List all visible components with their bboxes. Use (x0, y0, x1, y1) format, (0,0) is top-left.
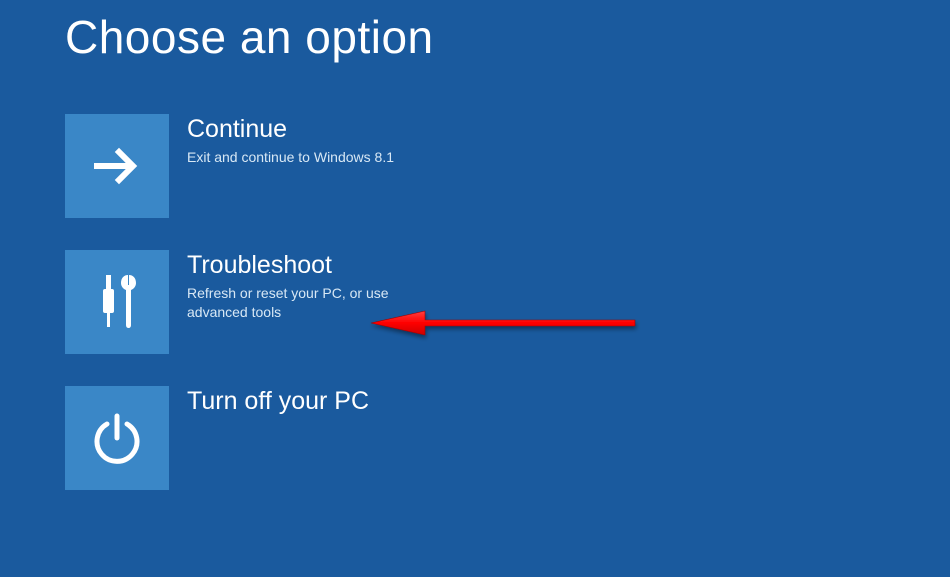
option-continue[interactable]: Continue Exit and continue to Windows 8.… (65, 114, 394, 218)
option-title: Troubleshoot (187, 250, 417, 280)
power-icon (65, 386, 169, 490)
page-title: Choose an option (65, 10, 885, 64)
arrow-right-icon (65, 114, 169, 218)
option-troubleshoot[interactable]: Troubleshoot Refresh or reset your PC, o… (65, 250, 417, 354)
option-title: Continue (187, 114, 394, 144)
option-title: Turn off your PC (187, 386, 369, 416)
tools-icon (65, 250, 169, 354)
option-turn-off[interactable]: Turn off your PC (65, 386, 369, 490)
option-description: Refresh or reset your PC, or use advance… (187, 284, 417, 322)
option-description: Exit and continue to Windows 8.1 (187, 148, 394, 167)
